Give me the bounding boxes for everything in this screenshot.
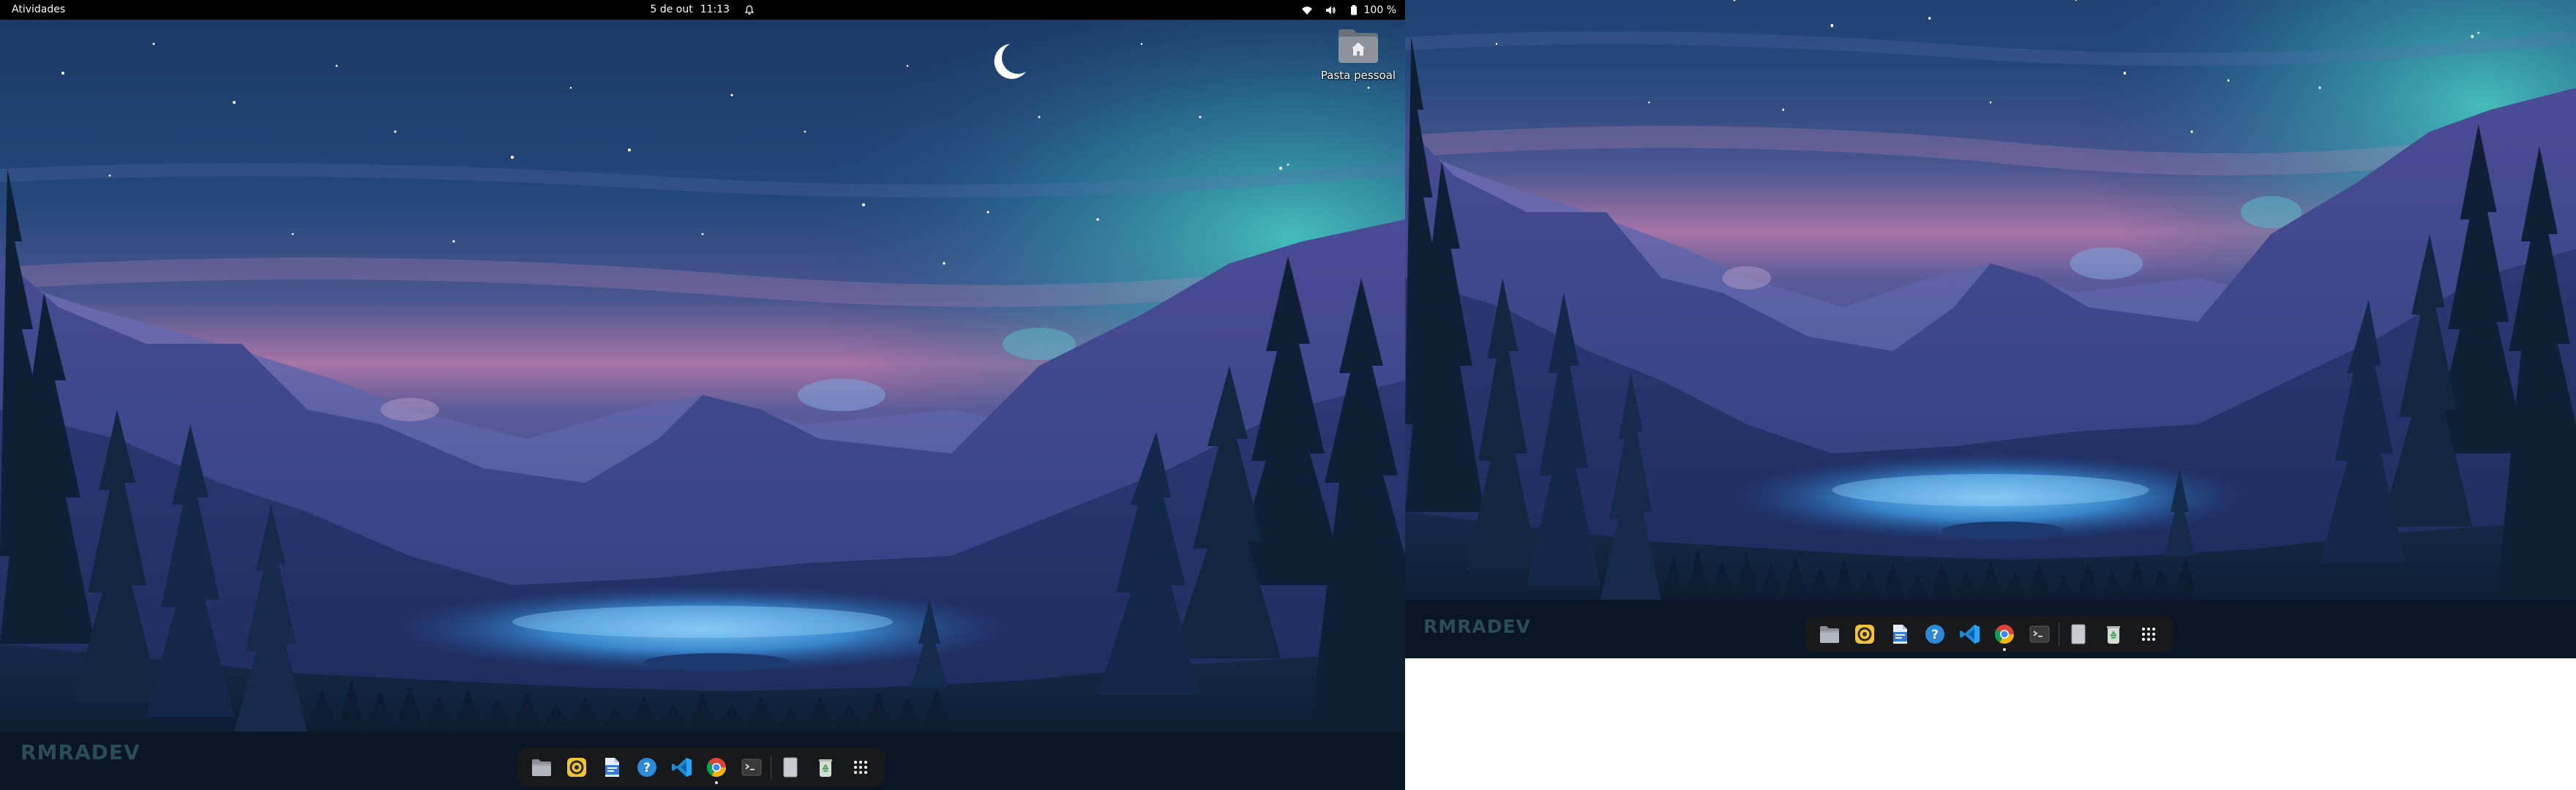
empty-display-area (1405, 658, 2576, 790)
dock-show-apps[interactable] (2131, 616, 2166, 652)
dock-vscode[interactable] (664, 749, 700, 786)
dock-help[interactable]: ? (1917, 616, 1952, 652)
home-folder-desktop-icon[interactable]: Pasta pessoal (1313, 26, 1404, 82)
rhythmbox-icon (1854, 625, 1874, 644)
svg-text:?: ? (643, 761, 651, 775)
home-folder-label: Pasta pessoal (1320, 69, 1396, 82)
dock-files[interactable] (524, 749, 559, 786)
app-grid-icon (854, 760, 868, 774)
top-bar: Atividades 5 de out 11:13 100 % (0, 0, 1405, 20)
terminal-icon (2029, 625, 2050, 643)
help-icon: ? (637, 757, 656, 777)
notification-bell-icon (744, 4, 754, 15)
svg-text:?: ? (1931, 628, 1939, 642)
monitor-right: RMRADEV ? (1405, 0, 2576, 658)
dock: ? (517, 748, 886, 786)
trash-icon (2107, 626, 2121, 644)
running-indicator (2003, 648, 2007, 651)
files-icon (531, 759, 551, 776)
vscode-icon (671, 757, 692, 777)
dock-terminal[interactable] (734, 749, 769, 786)
dock-secondary: ? (1805, 616, 2174, 652)
dock-text-editor[interactable] (773, 749, 808, 786)
monitor-left: Atividades 5 de out 11:13 100 % Pasta pe… (0, 0, 1405, 790)
desktop-wallpaper (0, 0, 1405, 790)
wallpaper-watermark: RMRADEV (20, 740, 141, 764)
help-icon: ? (1925, 625, 1944, 644)
text-editor-icon (2071, 624, 2086, 644)
dock-trash[interactable] (2096, 616, 2131, 652)
dock-help[interactable]: ? (629, 749, 664, 786)
dock-chrome[interactable] (700, 749, 735, 786)
document-editor-icon (604, 757, 619, 777)
battery-percentage: 100 % (1363, 4, 1396, 16)
text-editor-icon (783, 757, 798, 777)
wifi-icon (1301, 6, 1312, 15)
trash-icon (819, 759, 833, 777)
volume-icon (1325, 6, 1336, 14)
chrome-icon (707, 757, 727, 777)
clock-button[interactable]: 5 de out 11:13 (0, 0, 1405, 20)
document-editor-icon (1892, 625, 1907, 644)
chrome-icon (1995, 625, 2015, 644)
dock-document-editor[interactable] (1882, 616, 1917, 652)
rhythmbox-icon (566, 757, 586, 777)
wallpaper-watermark: RMRADEV (1423, 616, 1531, 637)
dock-text-editor[interactable] (2061, 616, 2096, 652)
app-grid-icon (2142, 628, 2156, 641)
time-label: 11:13 (700, 4, 730, 15)
running-indicator (715, 780, 719, 784)
dock-vscode[interactable] (1952, 616, 1988, 652)
dock-terminal[interactable] (2022, 616, 2057, 652)
vscode-icon (1959, 625, 1980, 644)
dock-trash[interactable] (808, 749, 843, 786)
desktop-wallpaper-secondary (1405, 0, 2576, 658)
dock-document-editor[interactable] (594, 749, 629, 786)
system-tray[interactable]: 100 % (1301, 0, 1396, 20)
home-folder-icon (1338, 29, 1378, 63)
dock-rhythmbox[interactable] (559, 749, 594, 786)
terminal-icon (741, 759, 762, 775)
battery-icon (1350, 4, 1357, 15)
date-label: 5 de out (650, 4, 693, 15)
dock-show-apps[interactable] (843, 749, 878, 786)
dock-rhythmbox[interactable] (1847, 616, 1882, 652)
dock-chrome[interactable] (1988, 616, 2023, 652)
battery-indicator: 100 % (1348, 4, 1396, 16)
files-icon (1819, 626, 1839, 643)
dock-files[interactable] (1812, 616, 1847, 652)
